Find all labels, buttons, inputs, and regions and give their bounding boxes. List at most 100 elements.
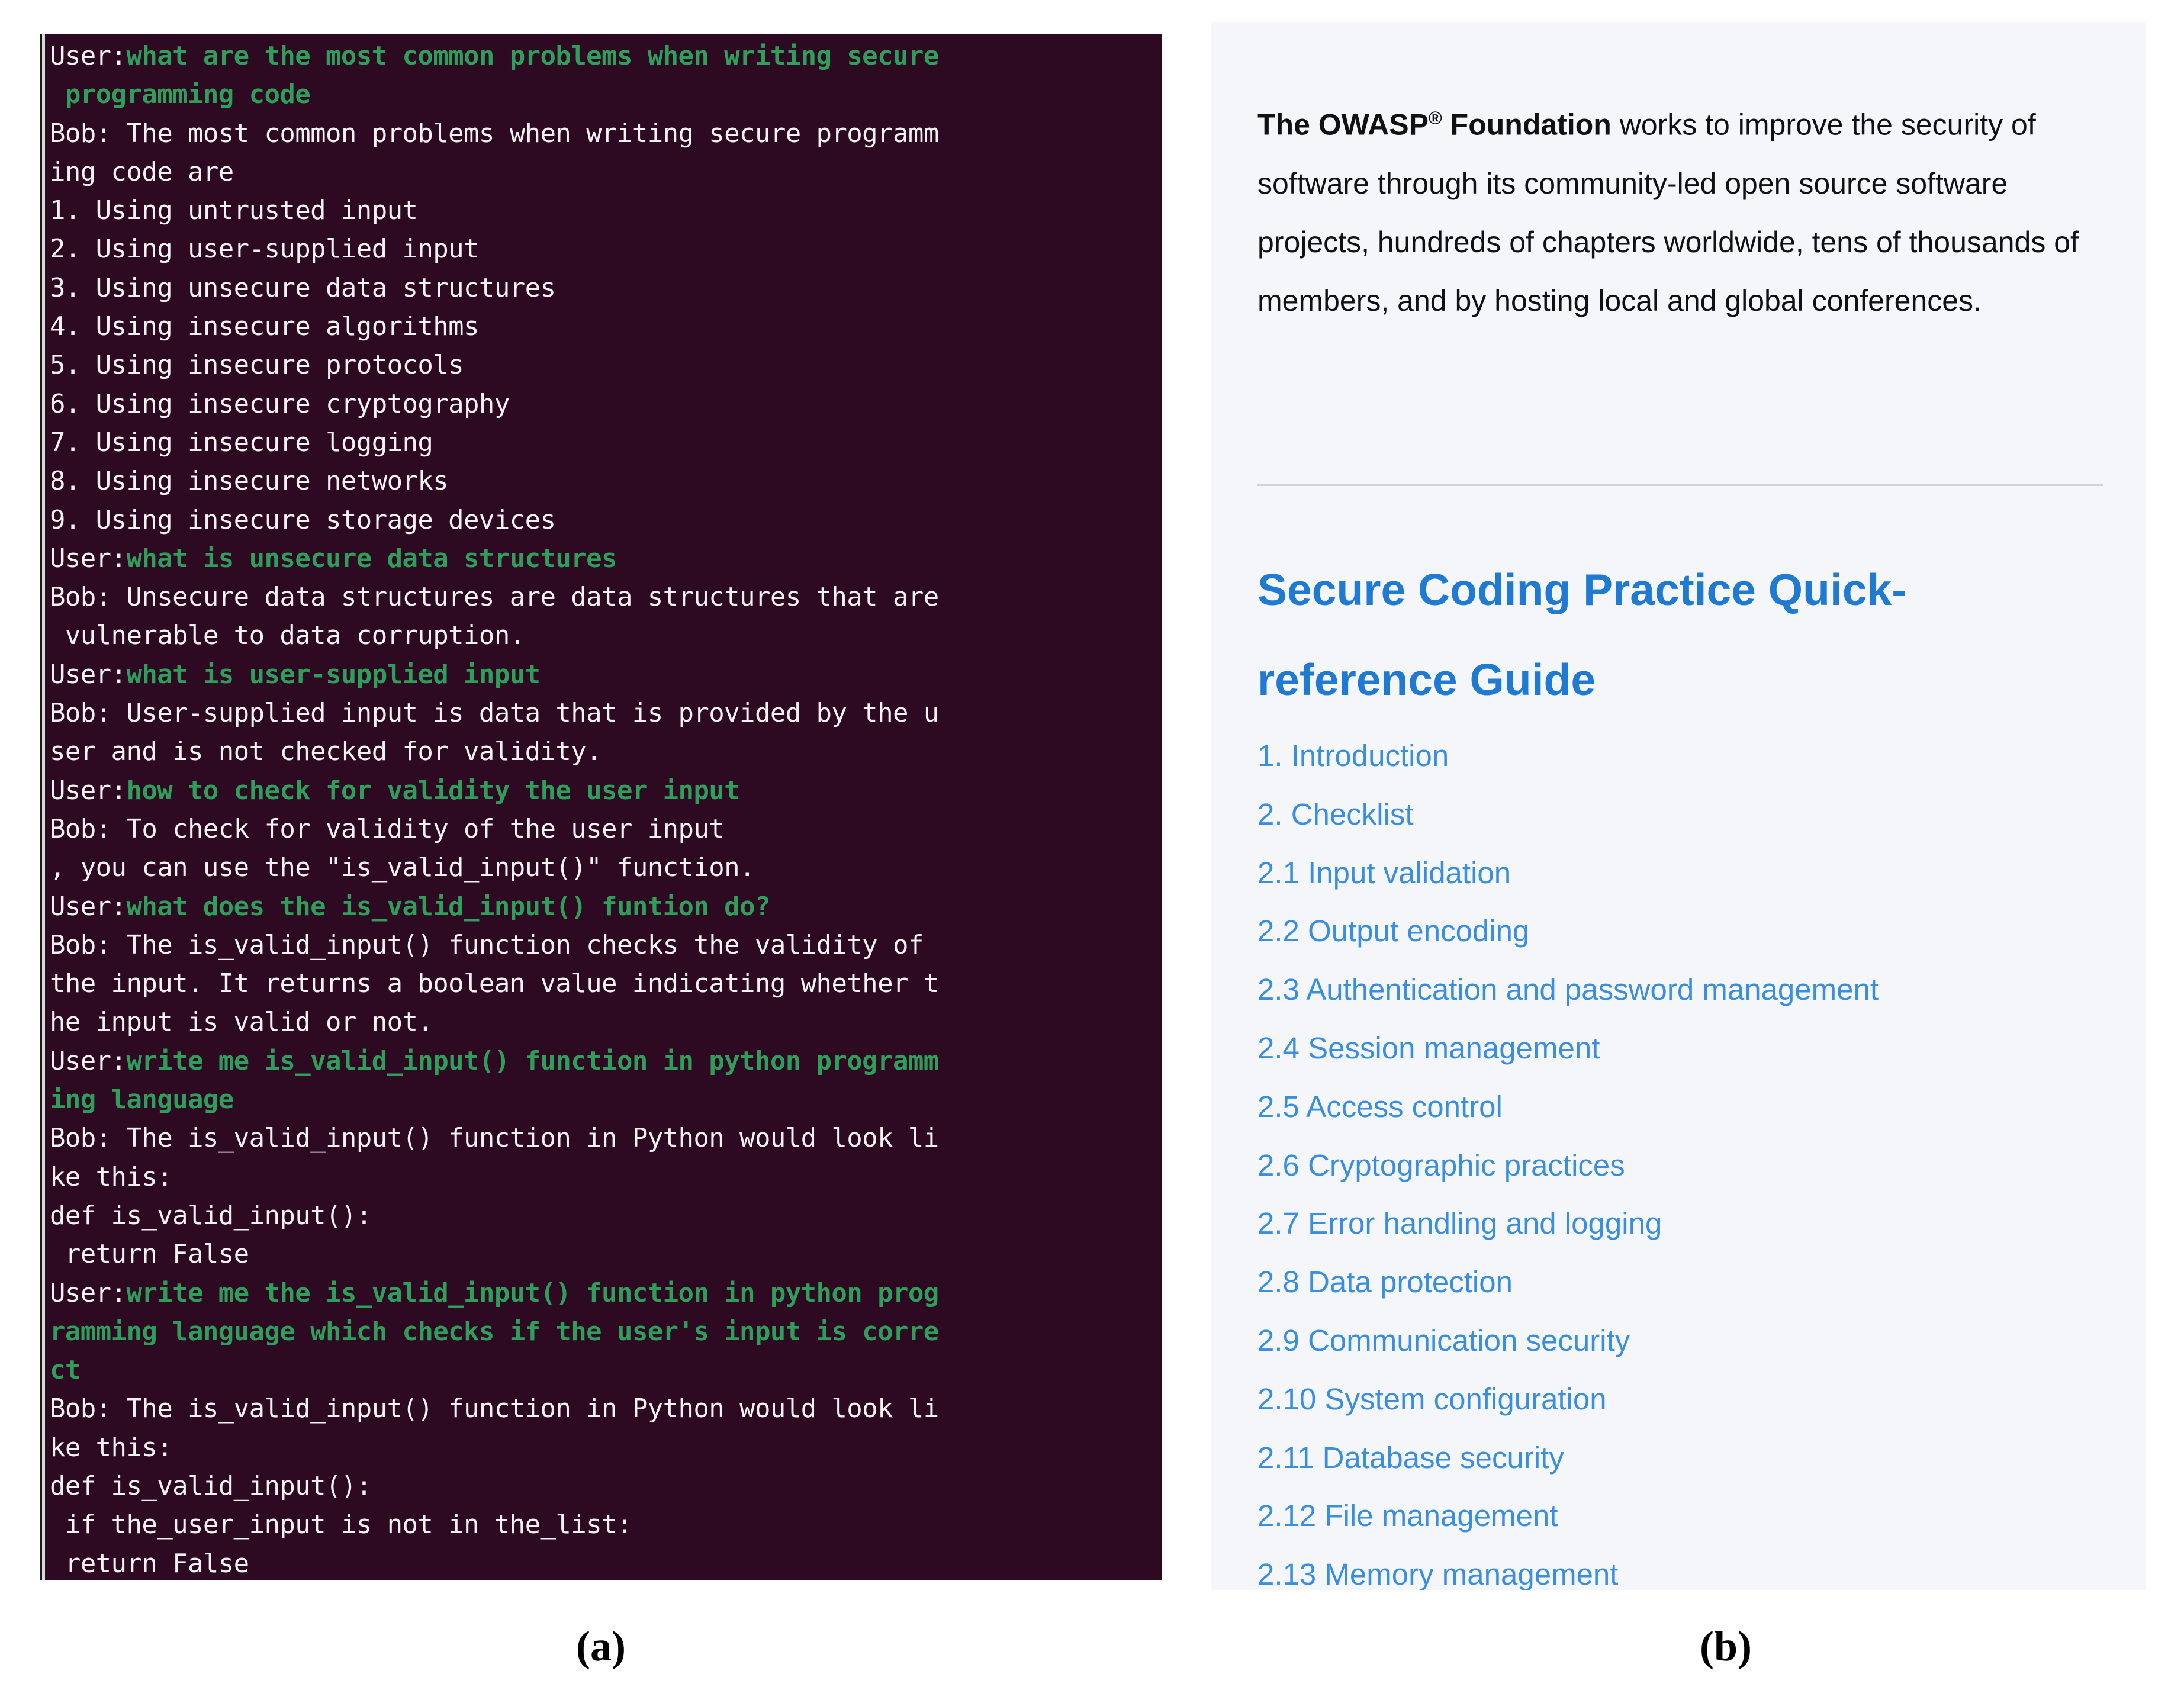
terminal-line-text: 1. Using untrusted input <box>50 195 418 226</box>
terminal-line-text: ct <box>50 1355 81 1386</box>
horizontal-divider <box>1257 484 2103 486</box>
terminal-line: return False <box>50 1544 1158 1580</box>
page-title: Secure Coding Practice Quick-reference G… <box>1257 565 1907 705</box>
terminal-line-text: Bob: The is_valid_input() function in Py… <box>50 1123 939 1154</box>
toc-link[interactable]: 2.10 System configuration <box>1257 1370 2110 1429</box>
table-of-contents: 1. Introduction 2. Checklist 2.1 Input val… <box>1257 727 2110 1590</box>
terminal-line-text: , you can use the "is_valid_input()" fun… <box>50 852 755 883</box>
terminal-line-text: 8. Using insecure networks <box>50 466 449 497</box>
terminal-line: User:write me is_valid_input() function … <box>50 1042 1158 1080</box>
speaker-label: User: <box>50 659 127 690</box>
speaker-label: User: <box>50 543 127 574</box>
terminal-line: 5. Using insecure protocols <box>50 346 1158 384</box>
terminal-line-text: write me the is_valid_input() function i… <box>126 1277 939 1308</box>
toc-link[interactable]: 2.3 Authentication and password manageme… <box>1257 961 2110 1019</box>
terminal-line: 4. Using insecure algorithms <box>50 307 1158 346</box>
terminal-line-text: what is unsecure data structures <box>126 543 617 574</box>
terminal-line-text: 6. Using insecure cryptography <box>50 388 510 419</box>
terminal-line: he input is valid or not. <box>50 1003 1158 1041</box>
terminal-line: if the_user_input is not in the_list: <box>50 1505 1158 1544</box>
terminal-line: Bob: Unsecure data structures are data s… <box>50 578 1158 616</box>
toc-link[interactable]: 2. Checklist <box>1257 785 2110 844</box>
terminal-line-text: Bob: User-supplied input is data that is… <box>50 698 939 729</box>
terminal-line-text: programming code <box>50 79 311 110</box>
toc-link[interactable]: 2.4 Session management <box>1257 1019 2110 1078</box>
toc-link[interactable]: 2.7 Error handling and logging <box>1257 1195 2110 1253</box>
terminal-line-text: Bob: The most common problems when writi… <box>50 118 939 149</box>
terminal-line: vulnerable to data corruption. <box>50 616 1158 655</box>
terminal-line-text: Bob: The is_valid_input() function in Py… <box>50 1393 939 1424</box>
terminal-line-text: what does the is_valid_input() funtion d… <box>126 891 770 922</box>
terminal-line: User:what is user-supplied input <box>50 655 1158 694</box>
subfigure-caption-a: (a) <box>576 1622 626 1670</box>
terminal-line: ser and is not checked for validity. <box>50 732 1158 771</box>
speaker-label: User: <box>50 41 127 71</box>
terminal-line: Bob: The is_valid_input() function in Py… <box>50 1119 1158 1157</box>
terminal-line: the input. It returns a boolean value in… <box>50 964 1158 1003</box>
terminal-line: ing code are <box>50 153 1158 191</box>
terminal-line-text: 5. Using insecure protocols <box>50 350 464 381</box>
toc-link[interactable]: 2.1 Input validation <box>1257 844 2110 903</box>
toc-link[interactable]: 2.11 Database security <box>1257 1429 2110 1488</box>
terminal-line: 9. Using insecure storage devices <box>50 501 1158 539</box>
terminal-line-text: he input is valid or not. <box>50 1007 433 1038</box>
terminal-line: Bob: The most common problems when writi… <box>50 114 1158 153</box>
chatbot-terminal-panel: User:what are the most common problems w… <box>40 34 1162 1580</box>
terminal-line: 2. Using user-supplied input <box>50 230 1158 268</box>
terminal-line: User:what is unsecure data structures <box>50 539 1158 578</box>
terminal-line-text: if the_user_input is not in the_list: <box>50 1509 633 1540</box>
terminal-line: Bob: The is_valid_input() function check… <box>50 926 1158 964</box>
toc-link[interactable]: 2.9 Communication security <box>1257 1312 2110 1370</box>
terminal-line-text: return False <box>50 1548 249 1579</box>
terminal-line-text: ing code are <box>50 156 234 187</box>
toc-link[interactable]: 1. Introduction <box>1257 727 2110 785</box>
terminal-line: User:how to check for validity the user … <box>50 771 1158 810</box>
terminal-line: User:what are the most common problems w… <box>50 37 1158 75</box>
terminal-line-text: ramming language which checks if the use… <box>50 1316 939 1347</box>
terminal-line: return False <box>50 1235 1158 1273</box>
terminal-transcript: User:what are the most common problems w… <box>50 37 1158 1580</box>
terminal-line: ramming language which checks if the use… <box>50 1312 1158 1351</box>
terminal-line-text: vulnerable to data corruption. <box>50 620 525 651</box>
toc-link[interactable]: 2.13 Memory management <box>1257 1546 2110 1590</box>
terminal-line: programming code <box>50 75 1158 114</box>
terminal-line: def is_valid_input(): <box>50 1196 1158 1235</box>
terminal-line: Bob: User-supplied input is data that is… <box>50 694 1158 732</box>
terminal-line-text: write me is_valid_input() function in py… <box>126 1045 939 1076</box>
terminal-line-text: return False <box>50 1239 249 1270</box>
terminal-scrollbar[interactable] <box>40 34 46 1580</box>
toc-link[interactable]: 2.12 File management <box>1257 1487 2110 1546</box>
terminal-line-text: the input. It returns a boolean value in… <box>50 968 939 999</box>
terminal-line: ke this: <box>50 1158 1158 1196</box>
terminal-line-text: Bob: Unsecure data structures are data s… <box>50 582 939 613</box>
toc-link[interactable]: 2.6 Cryptographic practices <box>1257 1137 2110 1195</box>
terminal-line-text: 9. Using insecure storage devices <box>50 504 556 535</box>
terminal-line-text: 3. Using unsecure data structures <box>50 272 556 303</box>
toc-link[interactable]: 2.2 Output encoding <box>1257 902 2110 961</box>
terminal-line-text: 4. Using insecure algorithms <box>50 311 480 342</box>
speaker-label: User: <box>50 775 127 806</box>
terminal-line-text: what are the most common problems when w… <box>126 41 939 71</box>
terminal-line: ct <box>50 1351 1158 1389</box>
owasp-bold-lead: The OWASP <box>1257 108 1429 141</box>
terminal-line: 1. Using untrusted input <box>50 191 1158 230</box>
terminal-line-text: ing language <box>50 1084 234 1115</box>
speaker-label: User: <box>50 891 127 922</box>
toc-link[interactable]: 2.8 Data protection <box>1257 1253 2110 1312</box>
terminal-line-text: 2. Using user-supplied input <box>50 234 480 265</box>
terminal-line: Bob: The is_valid_input() function in Py… <box>50 1389 1158 1428</box>
terminal-line: 7. Using insecure logging <box>50 423 1158 462</box>
terminal-line-text: ke this: <box>50 1432 173 1463</box>
terminal-line: def is_valid_input(): <box>50 1467 1158 1505</box>
speaker-label: User: <box>50 1045 127 1076</box>
terminal-line-text: ke this: <box>50 1161 173 1192</box>
terminal-line-text: ser and is not checked for validity. <box>50 736 602 767</box>
owasp-intro-paragraph: The OWASP® Foundation works to improve t… <box>1257 89 2098 330</box>
terminal-line: , you can use the "is_valid_input()" fun… <box>50 848 1158 887</box>
subfigure-caption-b: (b) <box>1700 1622 1752 1670</box>
terminal-line-text: how to check for validity the user input <box>126 775 740 806</box>
terminal-line: ke this: <box>50 1428 1158 1467</box>
toc-link[interactable]: 2.5 Access control <box>1257 1078 2110 1137</box>
terminal-line-text: def is_valid_input(): <box>50 1470 372 1501</box>
terminal-line: Bob: To check for validity of the user i… <box>50 810 1158 848</box>
